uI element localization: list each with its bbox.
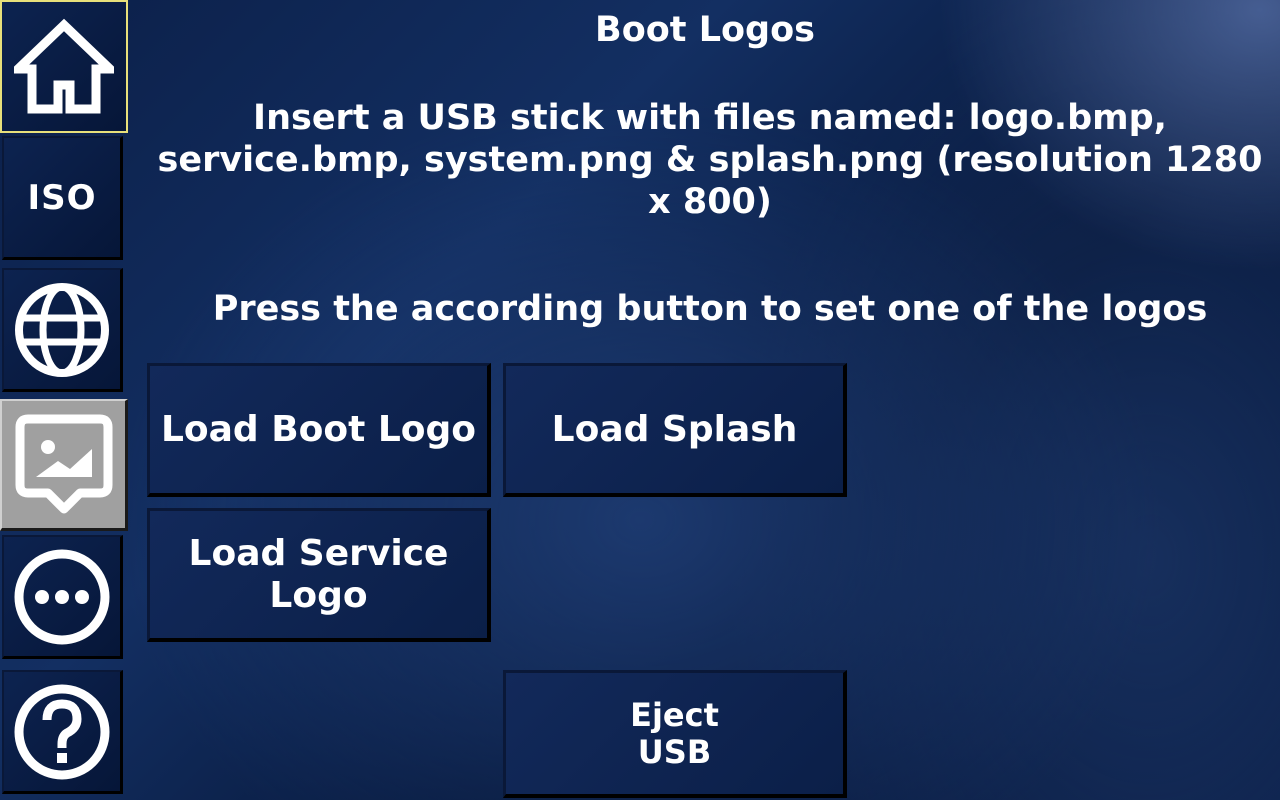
globe-icon [15,282,109,377]
sidebar-item-network[interactable] [2,268,123,392]
load-splash-button[interactable]: Load Splash [503,363,847,497]
load-service-logo-button[interactable]: Load Service Logo [147,508,491,642]
sidebar-item-boot-logos[interactable] [0,399,128,531]
more-icon [14,549,110,644]
load-splash-label: Load Splash [551,408,798,450]
sidebar-item-home[interactable] [0,0,128,133]
home-icon [14,18,114,113]
load-boot-logo-label: Load Boot Logo [160,408,477,450]
eject-usb-button[interactable]: Eject USB [503,670,847,798]
sidebar-item-help[interactable] [2,670,123,794]
sidebar-item-iso-label: ISO [27,177,97,218]
sidebar-item-iso[interactable]: ISO [2,136,123,260]
eject-usb-label: Eject USB [630,695,719,771]
help-icon [14,684,110,779]
page-title: Boot Logos [595,10,815,50]
instructions-text: Insert a USB stick with files named: log… [157,98,1263,222]
load-service-logo-label: Load Service Logo [188,532,449,616]
image-icon [15,414,112,513]
prompt-text: Press the according button to set one of… [212,289,1208,329]
load-boot-logo-button[interactable]: Load Boot Logo [147,363,491,497]
sidebar-item-more[interactable] [2,535,123,659]
